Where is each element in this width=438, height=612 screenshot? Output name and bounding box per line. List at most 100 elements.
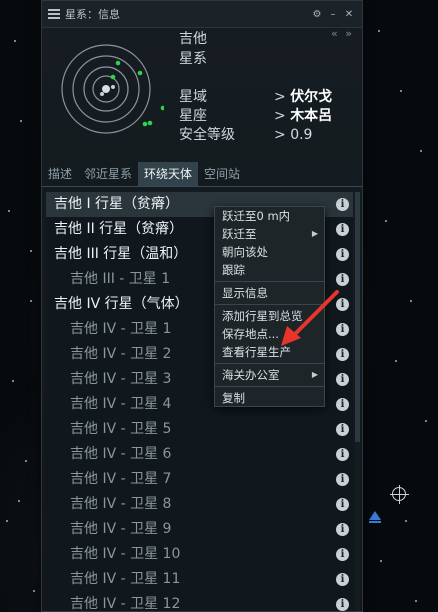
star bbox=[30, 250, 32, 252]
row-label: 吉他 IV - 卫星 11 bbox=[70, 571, 181, 587]
row-label: 吉他 IV - 卫星 6 bbox=[70, 446, 172, 462]
moon-row[interactable]: 吉他 IV - 卫星 7 i bbox=[46, 467, 353, 492]
menu-item-label: 朝向该处 bbox=[222, 245, 268, 259]
moon-row[interactable]: 吉他 IV - 卫星 11 i bbox=[46, 567, 353, 592]
region-label: 星域 bbox=[179, 89, 207, 105]
menu-item-label: 跃迁至0 m内 bbox=[222, 209, 291, 223]
context-menu-item[interactable]: 跃迁至 ▶ bbox=[215, 225, 324, 243]
info-icon[interactable]: i bbox=[336, 598, 349, 611]
context-menu-item[interactable]: 海关办公室 ▶ bbox=[215, 366, 324, 384]
info-icon[interactable]: i bbox=[336, 573, 349, 586]
moon-row[interactable]: 吉他 IV - 卫星 5 i bbox=[46, 417, 353, 442]
row-label: 吉他 IV - 卫星 10 bbox=[70, 546, 181, 562]
info-icon[interactable]: i bbox=[336, 398, 349, 411]
security-value: 0.9 bbox=[290, 127, 313, 143]
row-label: 吉他 IV - 卫星 7 bbox=[70, 471, 172, 487]
menu-separator bbox=[215, 386, 324, 387]
info-icon[interactable]: i bbox=[336, 548, 349, 561]
window-title: 星系：信息 bbox=[65, 8, 120, 21]
scrollbar-thumb[interactable] bbox=[355, 192, 360, 442]
minimize-icon[interactable]: – bbox=[326, 9, 340, 20]
context-menu-item[interactable]: 朝向该处 bbox=[215, 243, 324, 261]
moon-row[interactable]: 吉他 IV - 卫星 9 i bbox=[46, 517, 353, 542]
star bbox=[25, 460, 27, 462]
system-type: 星系 bbox=[179, 51, 207, 67]
star bbox=[425, 420, 427, 422]
info-icon[interactable]: i bbox=[336, 498, 349, 511]
titlebar[interactable]: 星系：信息 ⚙ – ✕ bbox=[42, 1, 362, 28]
collapse-toggle[interactable]: « » bbox=[331, 27, 354, 40]
region-link[interactable]: 伏尔戈 bbox=[290, 89, 332, 105]
star bbox=[395, 360, 397, 362]
menu-item-label: 跃迁至 bbox=[222, 227, 257, 241]
menu-item-label: 海关办公室 bbox=[222, 368, 280, 382]
moon-row[interactable]: 吉他 IV - 卫星 6 i bbox=[46, 442, 353, 467]
star bbox=[400, 90, 402, 92]
row-label: 吉他 IV - 卫星 1 bbox=[70, 321, 172, 337]
menu-item-label: 复制 bbox=[222, 391, 245, 405]
star bbox=[410, 300, 412, 302]
info-icon[interactable]: i bbox=[336, 248, 349, 261]
tab-3[interactable]: 空间站 bbox=[198, 162, 246, 186]
list-scrollbar[interactable] bbox=[355, 192, 360, 611]
star bbox=[8, 210, 10, 212]
star bbox=[385, 220, 387, 222]
submenu-arrow-icon: ▶ bbox=[311, 229, 318, 238]
info-icon[interactable]: i bbox=[336, 273, 349, 286]
info-icon[interactable]: i bbox=[336, 223, 349, 236]
info-icon[interactable]: i bbox=[336, 198, 349, 211]
star bbox=[20, 120, 22, 122]
menu-separator bbox=[215, 281, 324, 282]
tab-2[interactable]: 环绕天体 bbox=[138, 162, 199, 186]
tab-0[interactable]: 描述 bbox=[42, 162, 78, 186]
star bbox=[380, 560, 382, 562]
moon-row[interactable]: 吉他 IV - 卫星 10 i bbox=[46, 542, 353, 567]
row-label: 吉他 IV - 卫星 2 bbox=[70, 346, 172, 362]
star bbox=[18, 500, 20, 502]
info-icon[interactable]: i bbox=[336, 423, 349, 436]
menu-item-label: 显示信息 bbox=[222, 286, 268, 300]
context-menu-item[interactable]: 跃迁至0 m内 bbox=[215, 207, 324, 225]
red-arrow-annotation bbox=[281, 290, 339, 346]
info-icon[interactable]: i bbox=[336, 373, 349, 386]
constellation-label: 星座 bbox=[179, 108, 207, 124]
row-label: 吉他 I 行星（贫瘠） bbox=[54, 196, 180, 212]
settings-icon[interactable]: ⚙ bbox=[310, 9, 324, 20]
solar-system-orbit-map bbox=[61, 44, 164, 134]
info-icon[interactable]: i bbox=[336, 348, 349, 361]
row-label: 吉他 IV - 卫星 9 bbox=[70, 521, 172, 537]
info-icon[interactable]: i bbox=[336, 523, 349, 536]
star bbox=[415, 600, 417, 602]
menu-separator bbox=[215, 363, 324, 364]
info-icon[interactable]: i bbox=[336, 473, 349, 486]
moon-row[interactable]: 吉他 IV - 卫星 12 i bbox=[46, 592, 353, 611]
system-name-block: 吉他 星系 bbox=[179, 29, 207, 69]
star bbox=[378, 30, 380, 32]
constellation-row: 星座 > 木本呂 bbox=[179, 105, 332, 125]
target-cursor-icon bbox=[390, 485, 409, 504]
context-menu-item[interactable]: 跟踪 bbox=[215, 261, 324, 279]
star bbox=[420, 150, 422, 152]
row-label: 吉他 III 行星（温和） bbox=[54, 246, 188, 262]
constellation-link[interactable]: 木本呂 bbox=[290, 108, 332, 124]
close-icon[interactable]: ✕ bbox=[342, 9, 356, 20]
star bbox=[33, 590, 35, 592]
row-label: 吉他 IV - 卫星 8 bbox=[70, 496, 172, 512]
context-menu-item[interactable]: 复制 bbox=[215, 389, 324, 407]
region-row: 星域 > 伏尔戈 bbox=[179, 86, 332, 106]
nav-marker-icon[interactable] bbox=[369, 511, 381, 523]
star bbox=[6, 520, 8, 522]
row-label: 吉他 IV - 卫星 3 bbox=[70, 371, 172, 387]
system-info-window: 星系：信息 ⚙ – ✕ « » 吉他 星系 星域 > 伏尔戈 星座 > 木本呂 安全… bbox=[41, 0, 363, 612]
row-label: 吉他 IV - 卫星 4 bbox=[70, 396, 172, 412]
submenu-arrow-icon: ▶ bbox=[311, 370, 318, 379]
tab-1[interactable]: 邻近星系 bbox=[78, 162, 138, 186]
info-icon[interactable]: i bbox=[336, 448, 349, 461]
row-label: 吉他 IV 行星（气体） bbox=[54, 296, 189, 312]
star bbox=[14, 40, 16, 42]
moon-row[interactable]: 吉他 IV - 卫星 8 i bbox=[46, 492, 353, 517]
menu-item-label: 保存地点... bbox=[222, 327, 279, 341]
menu-icon[interactable] bbox=[48, 9, 60, 19]
system-name: 吉他 bbox=[179, 31, 207, 47]
tab-bar: 描述 邻近星系 环绕天体 空间站 bbox=[42, 162, 362, 187]
